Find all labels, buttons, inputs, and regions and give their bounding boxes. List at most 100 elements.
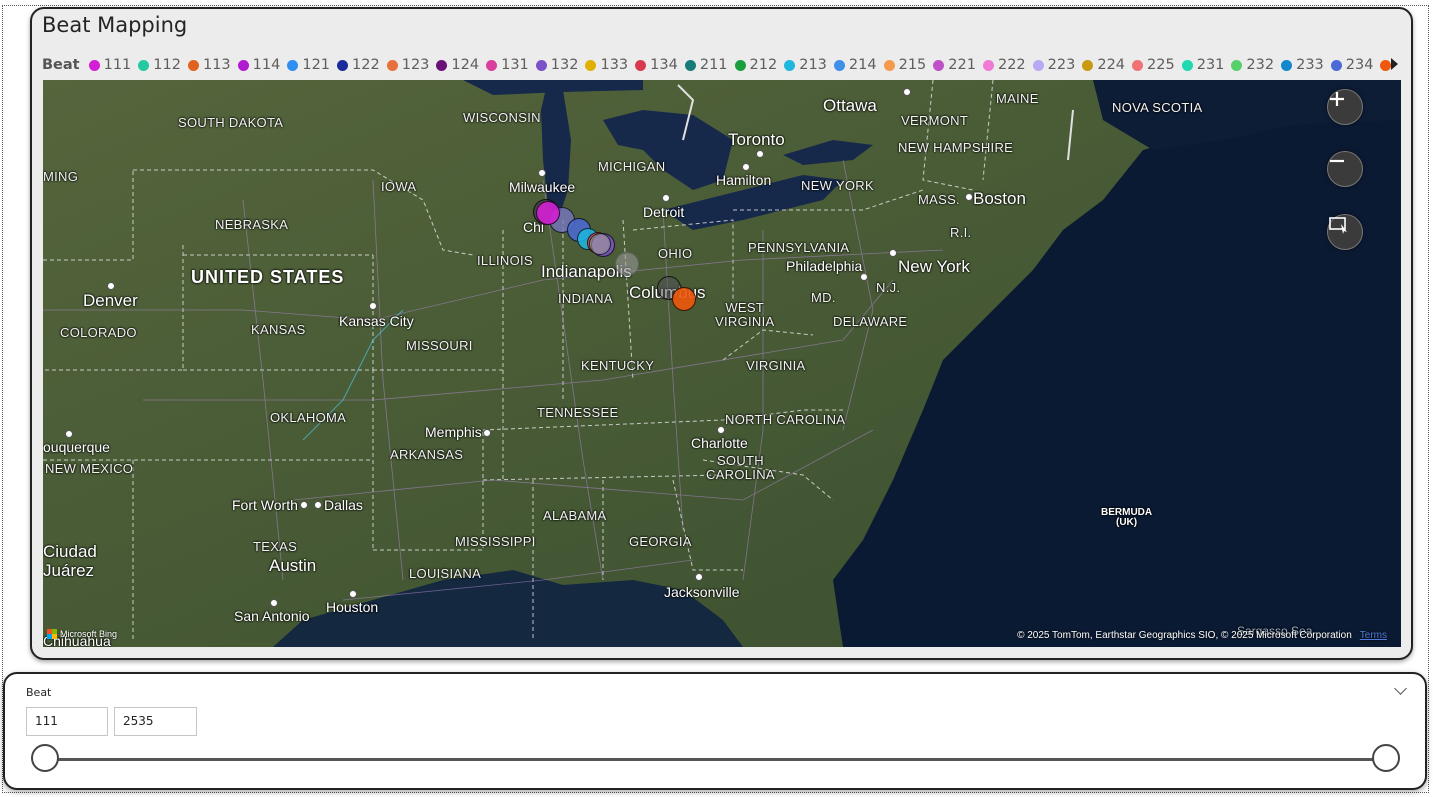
city-dot xyxy=(695,573,703,581)
legend-item[interactable]: 221 xyxy=(933,57,976,73)
legend-color-dot-icon xyxy=(684,59,696,71)
slicer-title: Beat xyxy=(26,686,52,699)
legend-color-dot-icon xyxy=(982,59,994,71)
label-illinois: ILLINOIS xyxy=(477,253,533,268)
city-dot xyxy=(349,590,357,598)
legend-color-dot-icon xyxy=(187,59,199,71)
legend-color-dot-icon xyxy=(436,59,448,71)
city-dot xyxy=(300,501,308,509)
legend-item[interactable]: 113 xyxy=(187,57,231,73)
terms-link[interactable]: Terms xyxy=(1360,630,1387,641)
legend-item[interactable]: 122 xyxy=(337,57,380,73)
label-louisiana: LOUISIANA xyxy=(409,566,482,581)
legend-item[interactable]: 215 xyxy=(883,57,926,73)
legend-item[interactable]: 133 xyxy=(585,57,628,73)
label-new-hampshire: NEW HAMPSHIRE xyxy=(898,140,1014,155)
map-legend: Beat 111 112 113 114 121 122 123 124 131 132 133 13… xyxy=(42,55,1392,75)
legend-item[interactable]: 134 xyxy=(635,57,678,73)
legend-next-arrow-icon[interactable] xyxy=(1391,58,1398,70)
legend-label: 112 xyxy=(153,57,181,73)
legend-item[interactable]: 225 xyxy=(1132,57,1175,73)
city-dot xyxy=(903,88,911,96)
minus-icon xyxy=(1330,159,1344,163)
legend-item[interactable]: 222 xyxy=(982,57,1026,73)
legend-label: 233 xyxy=(1296,57,1324,73)
slider-min-handle[interactable] xyxy=(31,744,59,772)
legend-label: 114 xyxy=(252,57,281,73)
label-austin: Austin xyxy=(269,556,317,575)
legend-color-dot-icon xyxy=(1380,59,1392,71)
label-west-virginia: WEST VIRGINIA xyxy=(715,300,775,329)
legend-color-dot-icon xyxy=(1281,59,1293,71)
legend-item[interactable]: 234 xyxy=(1330,57,1374,73)
legend-item[interactable]: 214 xyxy=(833,57,877,73)
legend-label: 223 xyxy=(1047,57,1076,73)
label-mass: MASS. xyxy=(918,192,960,207)
legend-item[interactable]: 224 xyxy=(1082,57,1125,73)
legend-color-dot-icon xyxy=(88,59,100,71)
select-tool-button[interactable] xyxy=(1327,214,1363,250)
legend-color-dot-icon xyxy=(287,59,299,71)
map-canvas[interactable]: SOUTH DAKOTA WISCONSIN MICHIGAN IOWA NEB… xyxy=(43,80,1401,647)
slider-track[interactable] xyxy=(41,758,1399,761)
legend-label: 111 xyxy=(103,57,132,73)
legend-item[interactable]: 223 xyxy=(1032,57,1076,73)
legend-color-dot-icon xyxy=(386,59,398,71)
legend-item[interactable]: 121 xyxy=(287,57,330,73)
legend-label: 234 xyxy=(1345,57,1374,73)
label-detroit: Detroit xyxy=(643,204,685,220)
legend-color-dot-icon xyxy=(138,59,150,71)
legend-item[interactable]: 124 xyxy=(436,57,479,73)
legend-item[interactable]: 132 xyxy=(535,57,579,73)
label-new-mexico: NEW MEXICO xyxy=(45,461,134,476)
beat-mapping-visual[interactable]: Beat Mapping Beat 111 112 113 114 121 122 123 1… xyxy=(30,7,1413,660)
range-max-input[interactable]: 2535 xyxy=(114,707,197,736)
beat-bubble[interactable] xyxy=(589,233,611,255)
label-pennsylvania: PENNSYLVANIA xyxy=(748,240,850,255)
beat-bubble[interactable] xyxy=(536,201,560,225)
legend-label: 132 xyxy=(550,57,579,73)
map-attribution: © 2025 TomTom, Earthstar Geographics SIO… xyxy=(1017,630,1387,641)
slider-max-handle[interactable] xyxy=(1372,744,1400,772)
beat-bubble[interactable] xyxy=(672,287,696,311)
legend-color-dot-icon xyxy=(883,59,895,71)
legend-item[interactable]: 233 xyxy=(1281,57,1324,73)
label-michigan: MICHIGAN xyxy=(598,159,666,174)
legend-item[interactable]: 114 xyxy=(237,57,281,73)
label-denver: Denver xyxy=(83,291,138,310)
label-georgia: GEORGIA xyxy=(629,534,692,549)
label-iowa: IOWA xyxy=(381,179,417,194)
zoom-out-button[interactable] xyxy=(1327,151,1363,187)
legend-item[interactable]: 131 xyxy=(486,57,529,73)
city-dot xyxy=(107,282,115,290)
legend-item[interactable]: 212 xyxy=(734,57,777,73)
legend-item[interactable]: 232 xyxy=(1231,57,1274,73)
legend-label: 121 xyxy=(302,57,331,73)
legend-item[interactable]: 123 xyxy=(386,57,429,73)
legend-color-dot-icon xyxy=(1132,59,1144,71)
legend-color-dot-icon xyxy=(585,59,597,71)
label-wyoming-partial: MING xyxy=(43,169,79,184)
legend-item[interactable]: 111 xyxy=(88,57,132,73)
city-dot xyxy=(538,169,546,177)
city-dot xyxy=(662,194,670,202)
zoom-in-button[interactable] xyxy=(1327,89,1363,125)
legend-label: 133 xyxy=(600,57,629,73)
label-south-carolina: SOUTH CAROLINA xyxy=(706,453,775,482)
beat-range-slicer[interactable]: Beat 111 2535 xyxy=(3,672,1427,790)
beat-bubble[interactable] xyxy=(615,252,639,276)
legend-item[interactable]: 112 xyxy=(138,57,181,73)
label-kansas: KANSAS xyxy=(251,322,306,337)
label-houston: Houston xyxy=(326,599,379,615)
label-md: MD. xyxy=(811,290,836,305)
legend-item[interactable]: 213 xyxy=(784,57,827,73)
label-fort-worth: Fort Worth xyxy=(232,497,298,513)
legend-item[interactable]: 211 xyxy=(684,57,728,73)
legend-item[interactable]: 231 xyxy=(1181,57,1224,73)
range-min-input[interactable]: 111 xyxy=(26,707,108,736)
map-base-svg xyxy=(43,80,1401,647)
label-toronto: Toronto xyxy=(728,130,785,149)
city-dot xyxy=(756,150,764,158)
chevron-down-icon[interactable] xyxy=(1394,682,1407,695)
legend-label: 221 xyxy=(948,57,976,73)
